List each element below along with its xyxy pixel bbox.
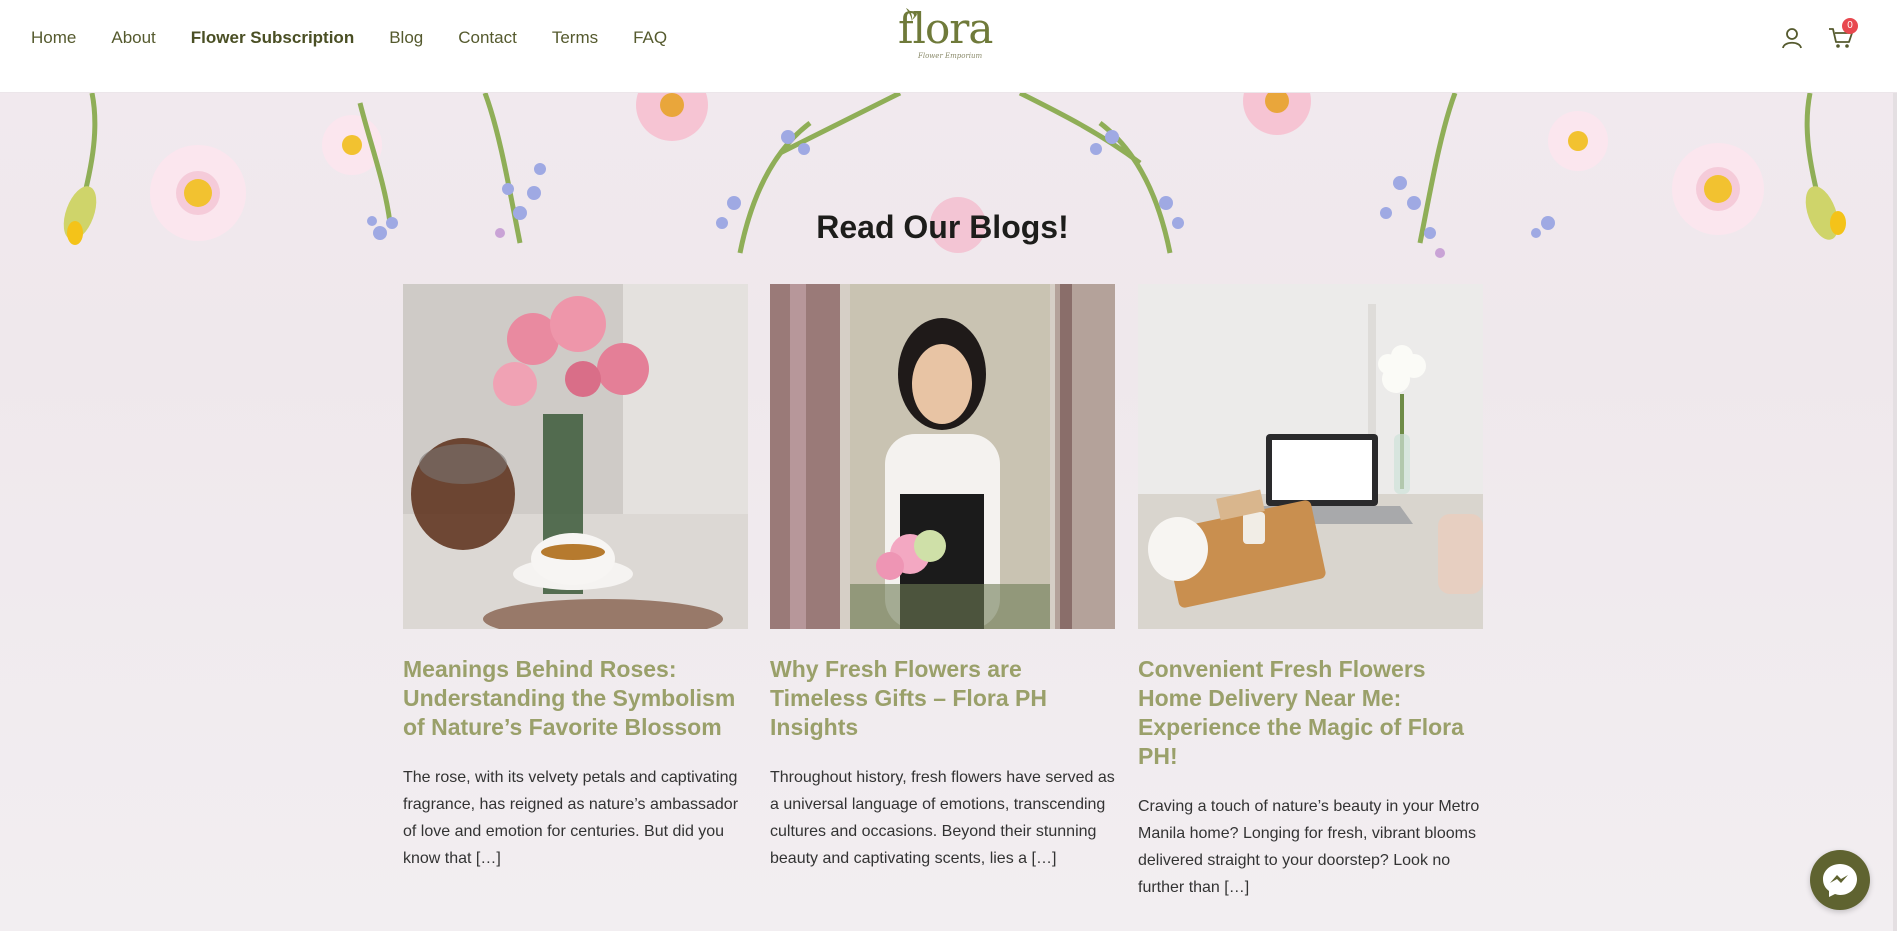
messenger-chat-button[interactable] [1810,850,1870,910]
section-title: Read Our Blogs! [816,209,1069,245]
logo-tagline: Flower Emporium [918,52,983,60]
messenger-icon [1823,864,1857,897]
logo-wordmark: flora [898,4,993,53]
main-nav: Home About Flower Subscription Blog Cont… [31,28,702,48]
blog-card[interactable]: Convenient Fresh Flowers Home Delivery N… [1138,284,1483,901]
blog-card[interactable]: Meanings Behind Roses: Understanding the… [403,284,748,872]
nav-flower-subscription[interactable]: Flower Subscription [191,28,354,48]
blog-card-excerpt: The rose, with its velvety petals and ca… [403,769,739,867]
page-scrollbar[interactable] [1893,92,1897,931]
site-logo[interactable]: flora Flower Emporium [898,8,993,68]
blog-section: Read Our Blogs! Meanings Behind Roses: U… [0,93,1897,931]
site-header: Home About Flower Subscription Blog Cont… [0,0,1897,93]
blog-card-image[interactable] [1138,284,1483,629]
blog-card-title[interactable]: Why Fresh Flowers are Timeless Gifts – F… [770,655,1115,742]
nav-terms[interactable]: Terms [552,28,598,48]
floral-decoration [63,93,1846,258]
blog-card-title[interactable]: Convenient Fresh Flowers Home Delivery N… [1138,655,1483,771]
blog-card-image[interactable] [770,284,1115,629]
cart-count-badge: 0 [1842,18,1858,34]
nav-faq[interactable]: FAQ [633,28,667,48]
user-icon[interactable] [1780,26,1804,50]
nav-blog[interactable]: Blog [389,28,423,48]
blog-card-title[interactable]: Meanings Behind Roses: Understanding the… [403,655,748,742]
blog-card[interactable]: Why Fresh Flowers are Timeless Gifts – F… [770,284,1115,872]
nav-about[interactable]: About [111,28,155,48]
blog-card-image[interactable] [403,284,748,629]
nav-contact[interactable]: Contact [458,28,517,48]
nav-home[interactable]: Home [31,28,76,48]
blog-card-excerpt: Throughout history, fresh flowers have s… [770,769,1115,867]
blog-card-excerpt: Craving a touch of nature’s beauty in yo… [1138,798,1480,896]
